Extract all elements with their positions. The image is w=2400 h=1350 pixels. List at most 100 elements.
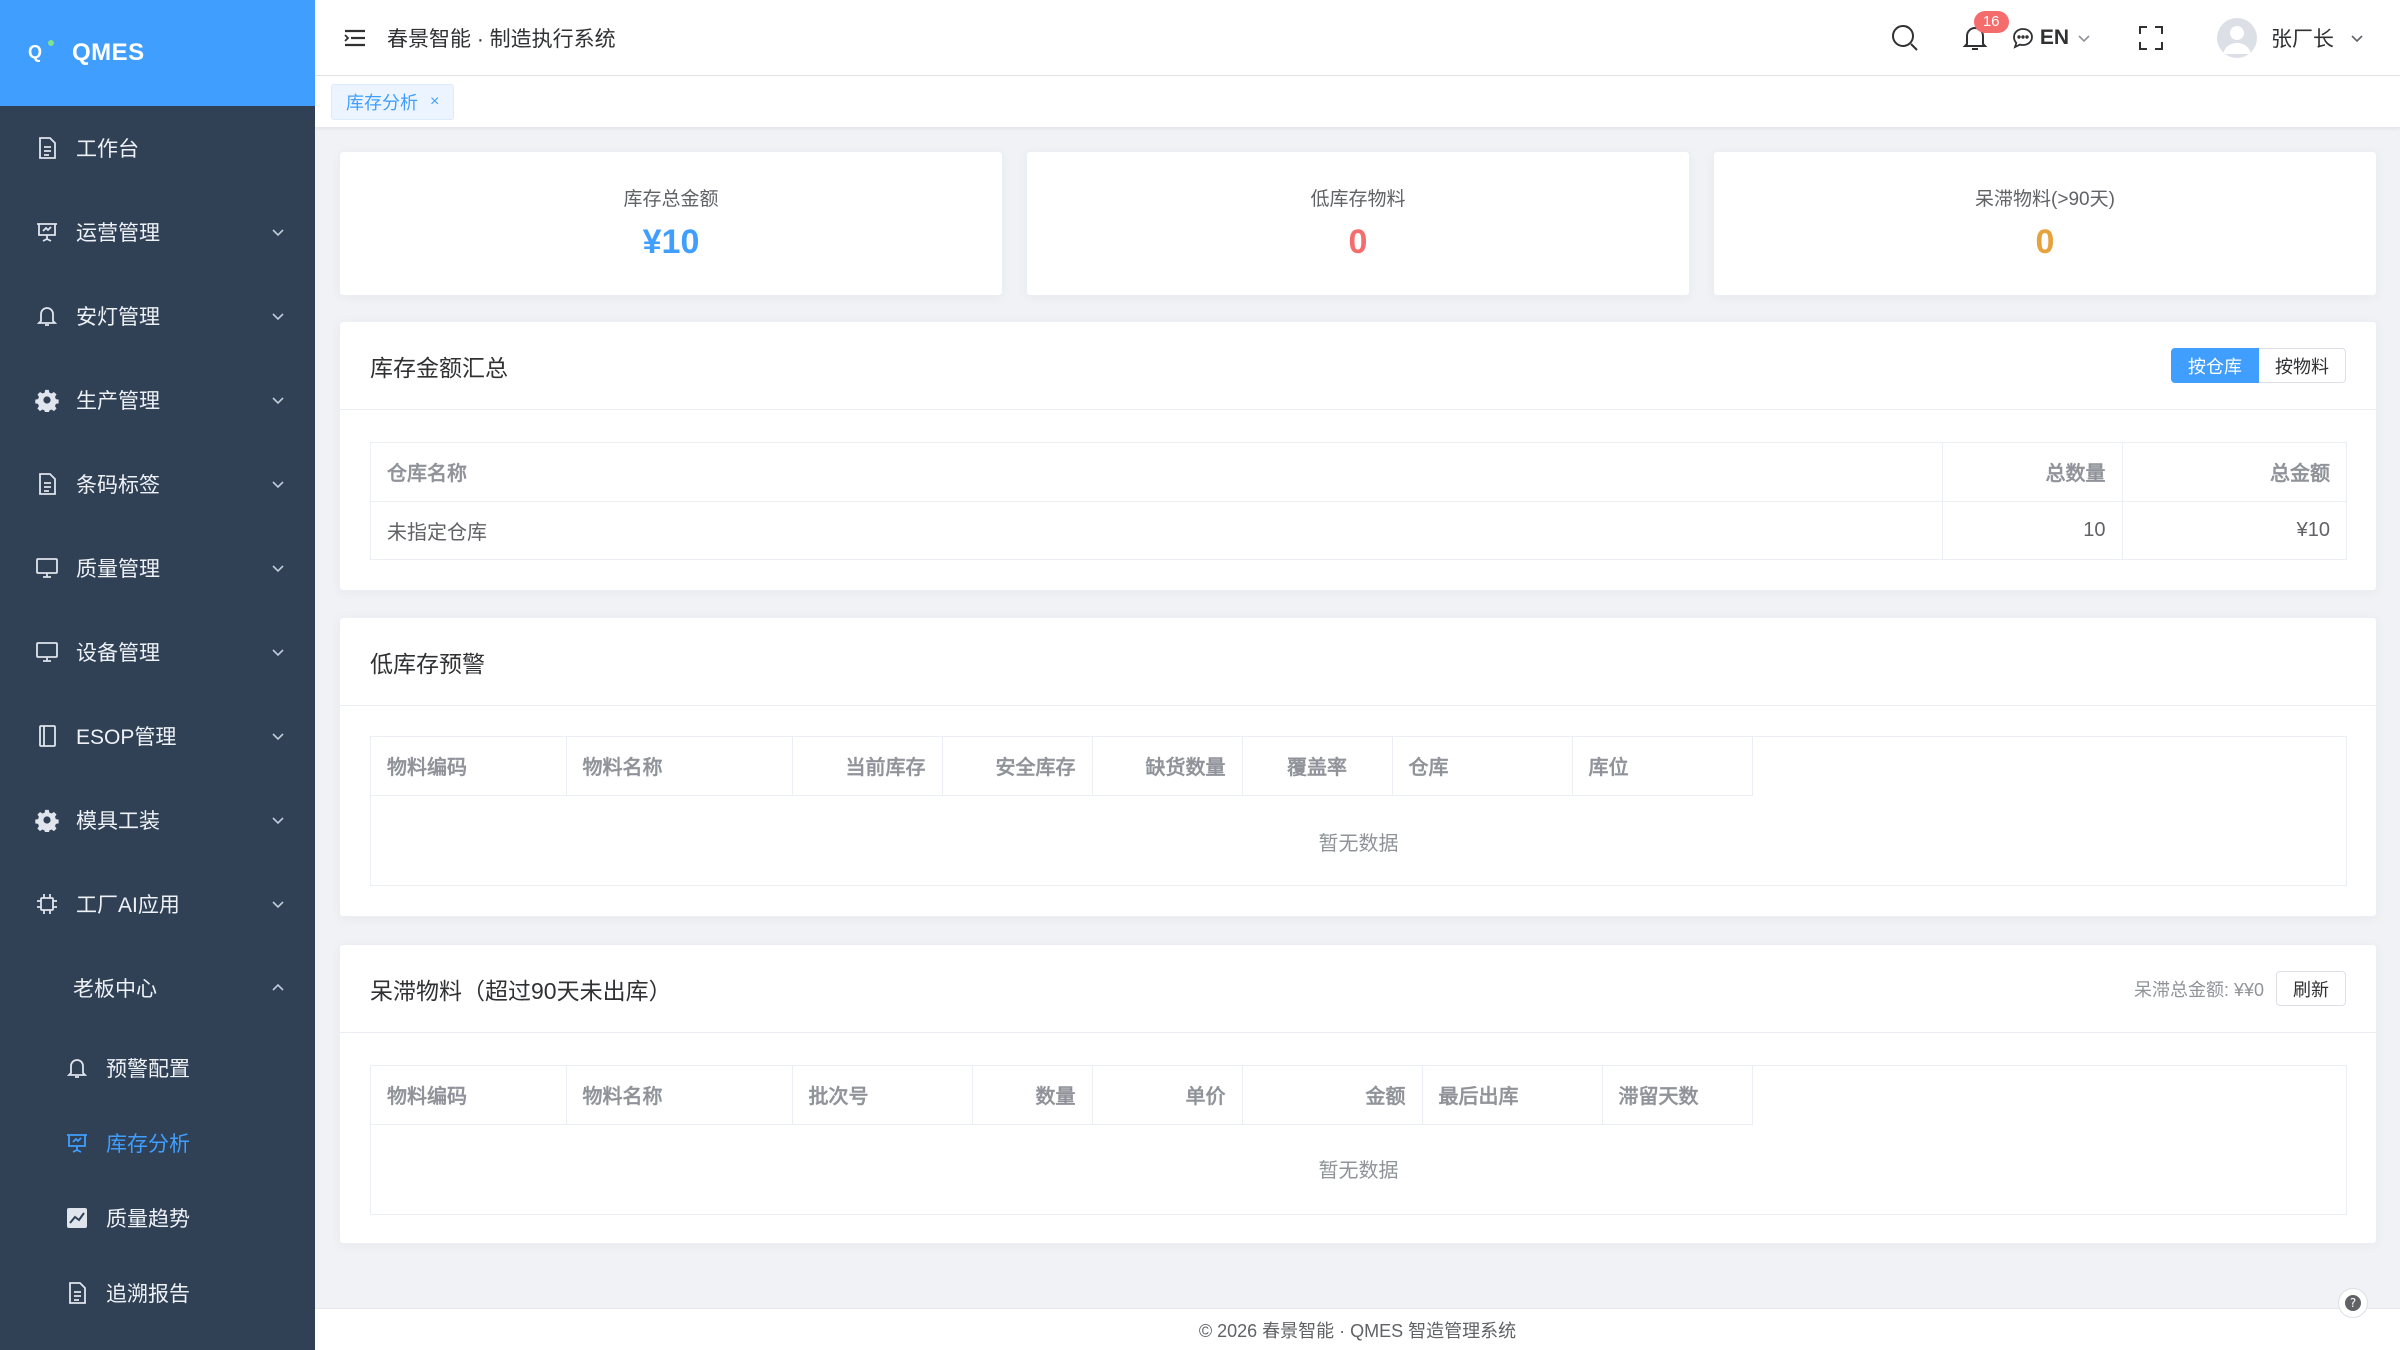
stagnant-table: 物料编码 物料名称 批次号 数量 单价 金额 最后出库 滞留天数 暂无数据 bbox=[370, 1065, 2347, 1215]
column-header[interactable]: 物料名称 bbox=[566, 1066, 793, 1125]
sidebar-item-factory-ai[interactable]: 工厂AI应用 bbox=[0, 862, 315, 946]
document-icon bbox=[34, 135, 60, 161]
logo[interactable]: Q QMES bbox=[0, 0, 315, 106]
empty-text: 暂无数据 bbox=[1318, 833, 1399, 855]
chevron-down-icon bbox=[272, 733, 284, 741]
stat-card-stagnant: 呆滞物料(>90天) 0 bbox=[1713, 151, 2377, 296]
tab-inventory-analysis[interactable]: 库存分析 × bbox=[331, 84, 455, 120]
fullscreen-icon bbox=[2139, 26, 2163, 50]
sidebar-item-barcode[interactable]: 条码标签 bbox=[0, 442, 315, 526]
gear-icon bbox=[34, 807, 60, 833]
notebook-icon bbox=[34, 723, 60, 749]
chevron-down-icon bbox=[2078, 35, 2090, 43]
monitor-icon bbox=[34, 639, 60, 665]
document-icon bbox=[64, 1280, 90, 1306]
user-menu[interactable]: 张厂长 bbox=[2217, 18, 2364, 58]
system-title: 春景智能 · 制造执行系统 bbox=[387, 27, 616, 51]
close-icon[interactable]: × bbox=[430, 93, 439, 111]
summary-table: 仓库名称 总数量 总金额 未指定仓库 10 ¥10 bbox=[370, 442, 2347, 560]
amount-cell: ¥10 bbox=[2296, 518, 2330, 541]
column-header[interactable]: 总数量 bbox=[1942, 443, 2123, 502]
column-header[interactable]: 单价 bbox=[1092, 1066, 1243, 1125]
sidebar-item-quality-trend[interactable]: 质量趋势 bbox=[0, 1180, 315, 1255]
table-row[interactable]: 未指定仓库 10 ¥10 bbox=[371, 501, 2346, 559]
column-header[interactable]: 缺货数量 bbox=[1092, 737, 1243, 796]
table-header-row: 物料编码 物料名称 当前库存 安全库存 缺货数量 覆盖率 仓库 库位 bbox=[371, 737, 1753, 796]
sidebar-item-esop[interactable]: ESOP管理 bbox=[0, 694, 315, 778]
table-header-row: 物料编码 物料名称 批次号 数量 单价 金额 最后出库 滞留天数 bbox=[371, 1066, 1753, 1125]
help-icon: ? bbox=[2345, 1295, 2361, 1311]
language-label: EN bbox=[2039, 26, 2069, 49]
column-header[interactable]: 当前库存 bbox=[792, 737, 943, 796]
column-header[interactable]: 覆盖率 bbox=[1242, 737, 1393, 796]
qty-cell: 10 bbox=[1942, 501, 2123, 559]
column-header[interactable]: 库位 bbox=[1572, 737, 1753, 796]
chevron-down-icon bbox=[272, 229, 284, 237]
column-header[interactable]: 物料编码 bbox=[371, 737, 567, 796]
notification-button[interactable]: 16 bbox=[1960, 11, 2009, 53]
column-header[interactable]: 总金额 bbox=[2122, 443, 2346, 502]
by-warehouse-button[interactable]: 按仓库 bbox=[2171, 348, 2259, 383]
stat-label: 低库存物料 bbox=[1310, 189, 1406, 210]
stat-value: 0 bbox=[1348, 223, 1368, 261]
chevron-down-icon bbox=[272, 565, 284, 573]
stagnant-total: 呆滞总金额: ¥¥0 bbox=[2133, 979, 2264, 1000]
document-icon bbox=[34, 471, 60, 497]
by-material-button[interactable]: 按物料 bbox=[2259, 348, 2346, 383]
low-stock-panel: 低库存预警 物料编码 物料名称 当前库存 安全库存 缺货数量 覆盖率 仓库 库位… bbox=[339, 617, 2377, 917]
footer-text: © 2026 春景智能 · QMES 智造管理系统 bbox=[1198, 1320, 1517, 1341]
sidebar-item-production[interactable]: 生产管理 bbox=[0, 358, 315, 442]
sidebar-item-workbench[interactable]: 工作台 bbox=[0, 106, 315, 190]
search-button[interactable] bbox=[1890, 23, 1920, 53]
summary-toggle: 按仓库 按物料 bbox=[2171, 348, 2346, 383]
help-button[interactable]: ? bbox=[2338, 1288, 2368, 1318]
stat-value: 0 bbox=[2035, 223, 2055, 261]
avatar bbox=[2217, 18, 2257, 58]
column-header[interactable]: 滞留天数 bbox=[1602, 1066, 1753, 1125]
refresh-button[interactable]: 刷新 bbox=[2276, 971, 2346, 1006]
warehouse-cell: 未指定仓库 bbox=[371, 501, 1943, 559]
column-header[interactable]: 金额 bbox=[1242, 1066, 1423, 1125]
language-switch[interactable]: EN bbox=[2012, 26, 2091, 50]
presentation-icon bbox=[64, 1130, 90, 1156]
column-header[interactable]: 最后出库 bbox=[1422, 1066, 1603, 1125]
sidebar-item-quality[interactable]: 质量管理 bbox=[0, 526, 315, 610]
sidebar-item-boss-center[interactable]: 老板中心 bbox=[0, 946, 315, 1030]
panel-title: 低库存预警 bbox=[370, 650, 485, 677]
presentation-icon bbox=[34, 219, 60, 245]
bell-icon bbox=[34, 303, 60, 329]
column-header[interactable]: 物料名称 bbox=[566, 737, 793, 796]
column-header[interactable]: 物料编码 bbox=[371, 1066, 567, 1125]
sidebar-item-equipment[interactable]: 设备管理 bbox=[0, 610, 315, 694]
low-stock-table: 物料编码 物料名称 当前库存 安全库存 缺货数量 覆盖率 仓库 库位 暂无数据 bbox=[370, 736, 2347, 886]
hamburger-icon[interactable] bbox=[341, 24, 369, 52]
logo-icon: Q bbox=[28, 40, 54, 64]
chat-icon bbox=[2012, 28, 2033, 49]
sidebar: Q QMES 工作台 运营管理 安灯管理 生产管理 条码标签 质量管理 设备管理… bbox=[0, 0, 315, 1350]
stagnant-panel: 呆滞物料（超过90天未出库） 呆滞总金额: ¥¥0 刷新 物料编码 物料名称 批… bbox=[339, 944, 2377, 1244]
chevron-up-icon bbox=[272, 983, 284, 991]
chevron-down-icon bbox=[272, 901, 284, 909]
sidebar-item-trace-report[interactable]: 追溯报告 bbox=[0, 1255, 315, 1330]
sidebar-item-inventory-analysis[interactable]: 库存分析 bbox=[0, 1105, 315, 1180]
chevron-down-icon bbox=[272, 481, 284, 489]
chevron-down-icon bbox=[272, 817, 284, 825]
sidebar-item-operations[interactable]: 运营管理 bbox=[0, 190, 315, 274]
app-name: QMES bbox=[72, 39, 145, 66]
search-icon bbox=[1891, 25, 1918, 51]
column-header[interactable]: 数量 bbox=[972, 1066, 1093, 1125]
sidebar-item-andon[interactable]: 安灯管理 bbox=[0, 274, 315, 358]
notification-badge: 16 bbox=[1973, 11, 2009, 33]
stat-card-low-stock: 低库存物料 0 bbox=[1026, 151, 1690, 296]
chart-icon bbox=[64, 1205, 90, 1231]
column-header[interactable]: 批次号 bbox=[792, 1066, 973, 1125]
sidebar-item-molds[interactable]: 模具工装 bbox=[0, 778, 315, 862]
column-header[interactable]: 仓库 bbox=[1392, 737, 1573, 796]
gear-icon bbox=[34, 387, 60, 413]
chevron-down-icon bbox=[2351, 35, 2363, 43]
column-header[interactable]: 安全库存 bbox=[942, 737, 1093, 796]
monitor-icon bbox=[34, 555, 60, 581]
column-header[interactable]: 仓库名称 bbox=[371, 443, 1943, 502]
sidebar-item-alert-config[interactable]: 预警配置 bbox=[0, 1030, 315, 1105]
fullscreen-button[interactable] bbox=[2137, 24, 2165, 52]
